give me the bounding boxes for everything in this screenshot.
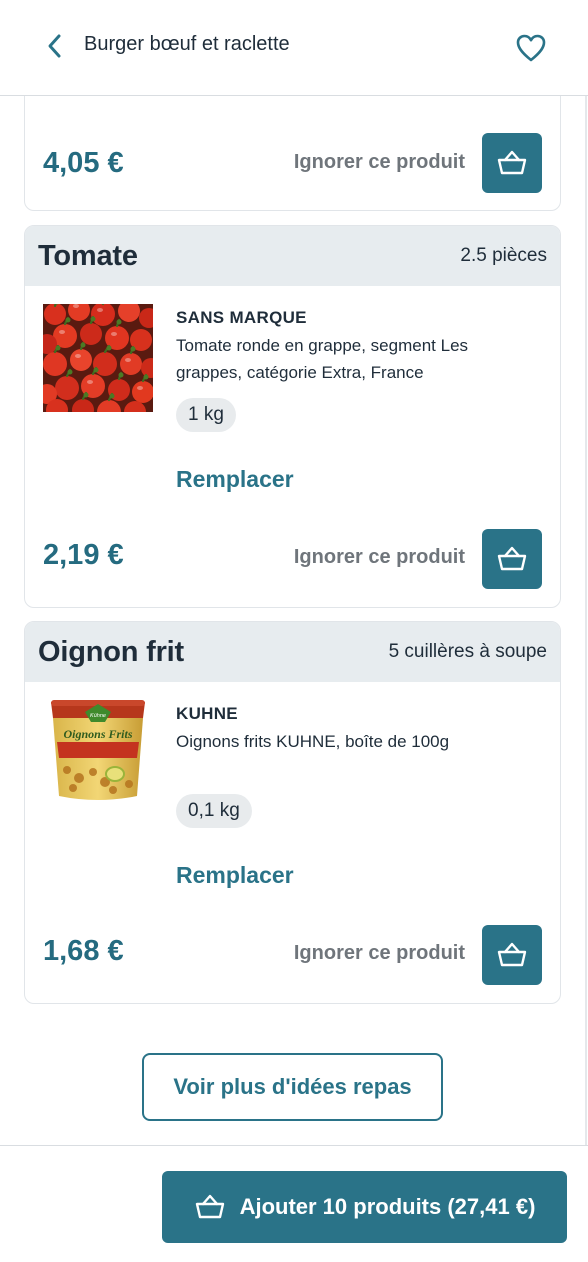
product-price: 2,19 € xyxy=(43,539,124,571)
product-weight-badge: 0,1 kg xyxy=(176,794,252,828)
product-list[interactable]: 4,05 € Ignorer ce produit Tomate 2.5 piè… xyxy=(0,96,588,1144)
brand-logo-text: Kühne xyxy=(90,713,106,719)
ignore-product-button[interactable]: Ignorer ce produit xyxy=(294,546,465,569)
product-brand: SANS MARQUE xyxy=(176,308,307,327)
product-description: Tomate ronde en grappe, segment Les grap… xyxy=(176,336,469,382)
favorite-button[interactable] xyxy=(512,30,550,66)
top-bar: Burger bœuf et raclette xyxy=(0,0,588,96)
product-card: 4,05 € Ignorer ce produit xyxy=(24,96,561,211)
product-label-text: Oignons Frits xyxy=(63,727,132,741)
bottom-bar: Ajouter 10 produits (27,41 €) xyxy=(0,1145,588,1262)
add-all-products-label: Ajouter 10 produits (27,41 €) xyxy=(239,1194,536,1219)
basket-icon xyxy=(195,1194,224,1219)
product-brand: KUHNE xyxy=(176,704,238,723)
basket-icon xyxy=(497,942,527,967)
ingredient-name: Oignon frit xyxy=(38,635,184,668)
tomato-image xyxy=(43,304,153,412)
ignore-product-button[interactable]: Ignorer ce produit xyxy=(294,942,465,965)
product-card: Oignon frit 5 cuillères à soupe Kühne Oi… xyxy=(24,621,561,1004)
replace-product-link[interactable]: Remplacer xyxy=(176,862,294,889)
ingredient-quantity: 5 cuillères à soupe xyxy=(388,641,547,662)
ignore-product-button[interactable]: Ignorer ce produit xyxy=(294,151,465,174)
add-to-cart-button[interactable] xyxy=(482,133,542,193)
add-to-cart-button[interactable] xyxy=(482,529,542,589)
basket-icon xyxy=(497,546,527,571)
ingredient-header: Tomate 2.5 pièces xyxy=(25,226,560,286)
heart-icon xyxy=(516,34,546,62)
product-card: Tomate 2.5 pièces SANS MARQUE Tomate ron… xyxy=(24,225,561,608)
more-meal-ideas-button[interactable]: Voir plus d'idées repas xyxy=(142,1053,443,1121)
product-price: 1,68 € xyxy=(43,935,124,967)
ingredient-header: Oignon frit 5 cuillères à soupe xyxy=(25,622,560,682)
chevron-left-icon xyxy=(48,34,61,58)
back-button[interactable] xyxy=(38,28,72,64)
product-weight-badge: 1 kg xyxy=(176,398,236,432)
product-description: Oignons frits KUHNE, boîte de 100g xyxy=(176,732,450,751)
fried-onions-image: Kühne Oignons Frits xyxy=(43,698,153,808)
replace-product-link[interactable]: Remplacer xyxy=(176,466,294,493)
page-title: Burger bœuf et raclette xyxy=(84,33,290,55)
ingredient-name: Tomate xyxy=(38,239,138,272)
add-all-products-button[interactable]: Ajouter 10 produits (27,41 €) xyxy=(162,1171,567,1243)
basket-icon xyxy=(497,150,527,175)
product-price: 4,05 € xyxy=(43,147,124,179)
ingredient-quantity: 2.5 pièces xyxy=(460,245,547,266)
scrollbar-track xyxy=(585,96,587,1146)
add-to-cart-button[interactable] xyxy=(482,925,542,985)
